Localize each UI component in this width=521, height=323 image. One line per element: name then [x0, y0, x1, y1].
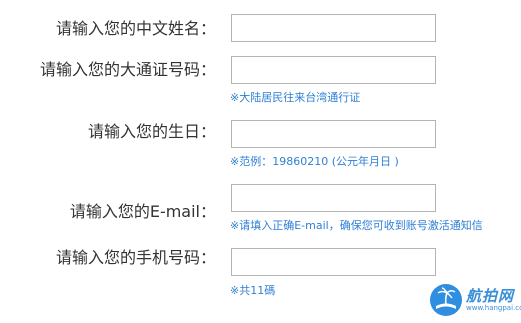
birthday-label: 请输入您的生日：: [87, 122, 216, 141]
mobile-hint: ※共11碼: [230, 284, 276, 297]
email-hint: ※请填入正确E-mail，确保您可收到账号激活通知信: [230, 219, 483, 232]
birthday-input[interactable]: [231, 120, 436, 148]
permit-number-label: 请输入您的大通证号码：: [39, 60, 216, 79]
name-label: 请输入您的中文姓名：: [55, 19, 216, 38]
birthday-hint: ※范例：19860210 (公元年月日 ): [230, 155, 399, 168]
palm-tree-logo-icon: [430, 284, 462, 316]
permit-number-input[interactable]: [231, 56, 436, 84]
watermark: 航拍网 www.hangpai.com: [430, 282, 521, 318]
email-label: 请输入您的E-mail：: [69, 202, 216, 221]
permit-number-hint: ※大陆居民往来台湾通行证: [230, 91, 361, 104]
watermark-title: 航拍网: [466, 287, 515, 305]
email-input[interactable]: [231, 184, 436, 212]
watermark-url: www.hangpai.com: [466, 304, 521, 312]
chinese-name-input[interactable]: [231, 14, 436, 42]
mobile-input[interactable]: [231, 248, 436, 276]
mobile-label: 请输入您的手机号码：: [55, 248, 216, 267]
